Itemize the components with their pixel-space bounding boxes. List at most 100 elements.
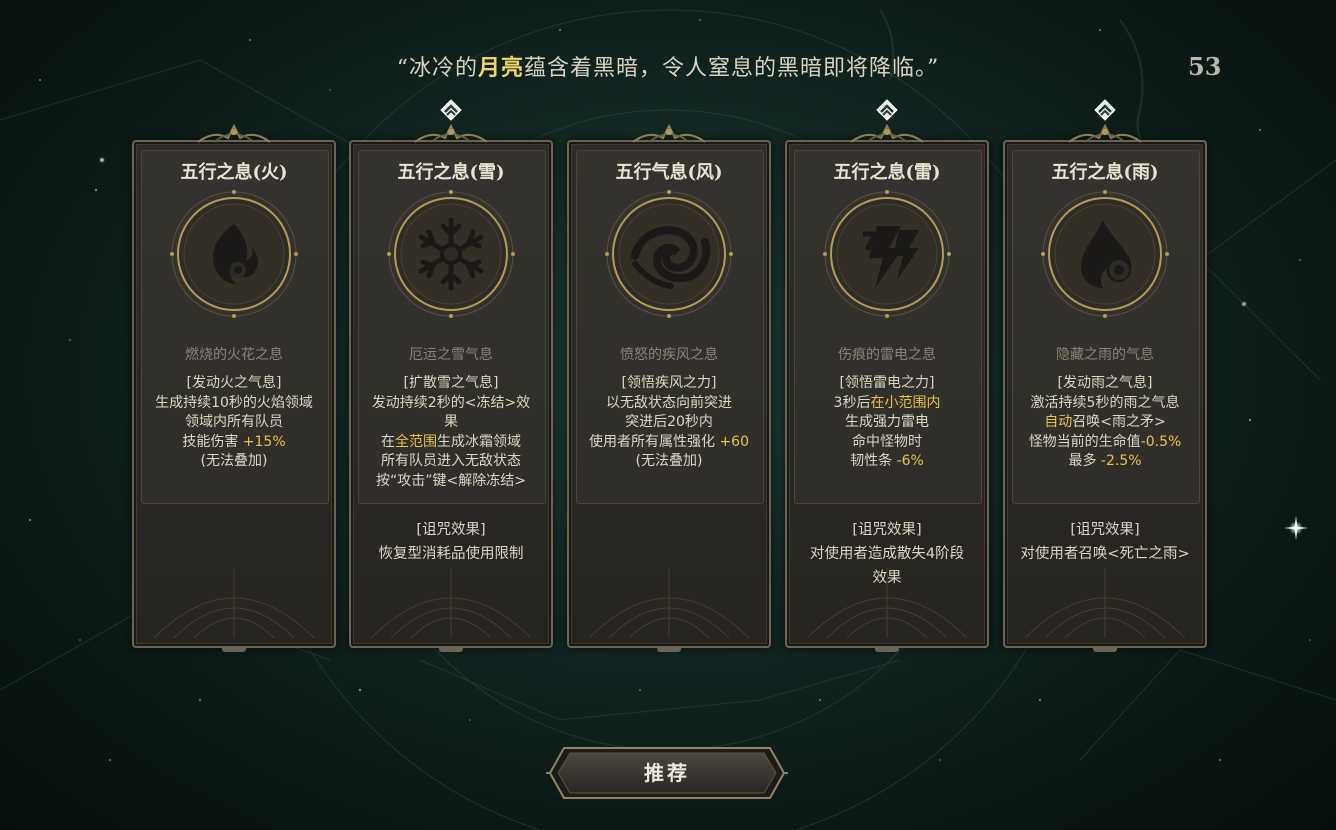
highlight-value: 在小范围内 <box>870 394 941 411</box>
description-text: 生成强力雷电 <box>845 414 929 430</box>
card-crown-ornament <box>411 120 491 148</box>
countdown-timer: 53 <box>1188 52 1222 81</box>
description-text: (无法叠加) <box>635 453 703 469</box>
card-crown-ornament <box>847 120 927 148</box>
description-text: 果 <box>444 414 458 430</box>
description-line: 按“攻击”键<解除冻结> <box>357 472 545 492</box>
curse-line: [诅咒效果] <box>416 522 486 538</box>
description-line: [发动火之气息] <box>140 374 328 394</box>
highlight-value: -2.5% <box>1100 453 1142 469</box>
card-2[interactable]: 五行之息(雪) 厄运之雪气息 [扩散雪之气息] 发动持续2秒的<冻结>效果在全范围生成… <box>349 99 553 652</box>
card-bottom-tab <box>657 646 681 652</box>
card-bottom-tab <box>439 646 463 652</box>
quote-highlight: 月亮 <box>477 55 524 81</box>
description-line: (无法叠加) <box>575 452 763 472</box>
description-text: 突进后20秒内 <box>625 414 713 430</box>
description-text: 怪物当前的生命值 <box>1028 433 1141 450</box>
description-line: 技能伤害 +15% <box>140 433 328 453</box>
card-3[interactable]: 五行气息(风) 愤怒的疾风之息 [领悟疾风之力] 以无敌状态向前突进 突进后20秒内 使用… <box>567 123 771 652</box>
card-footer-ornament <box>806 558 968 639</box>
lightning-emblem-icon <box>823 190 951 318</box>
card-crown-ornament <box>629 120 709 148</box>
description-line: 3秒后在小范围内 <box>793 394 981 414</box>
description-line: 生成强力雷电 <box>793 413 981 433</box>
description-line: 使用者所有属性强化 +60 <box>575 433 763 453</box>
card-subtitle: 厄运之雪气息 <box>409 347 493 363</box>
card-description: [领悟雷电之力] 3秒后在小范围内 生成强力雷电 命中怪物时 韧性条 -6% <box>793 374 981 472</box>
description-text: 召唤<雨之矛> <box>1072 414 1166 430</box>
highlight-value: +15% <box>242 433 286 450</box>
description-line: 领域内所有队员 <box>140 413 328 433</box>
description-text: 最多 <box>1068 453 1101 469</box>
description-text: 所有队员进入无敌状态 <box>381 453 521 469</box>
wind-emblem-icon <box>605 190 733 318</box>
card-1[interactable]: 五行之息(火) 燃烧的火花之息 [发动火之气息] 生成持续10秒的火焰领域 领域内所有队… <box>132 123 336 652</box>
card-title: 五行之息(雪) <box>397 162 505 183</box>
description-line: (无法叠加) <box>140 452 328 472</box>
card-title: 五行之息(雷) <box>833 162 941 183</box>
description-line: 最多 -2.5% <box>1011 452 1199 472</box>
recommend-button[interactable]: 推荐 <box>544 744 790 802</box>
description-text: 生成持续10秒的火焰领域 <box>155 394 313 411</box>
description-line: [扩散雪之气息] <box>357 374 545 394</box>
card-description: [发动火之气息] 生成持续10秒的火焰领域 领域内所有队员 技能伤害 +15% (无法叠… <box>140 374 328 472</box>
card-crown-ornament <box>194 120 274 148</box>
description-text: [发动雨之气息] <box>1057 375 1153 391</box>
description-text: [领悟雷电之力] <box>839 375 935 391</box>
description-line: 韧性条 -6% <box>793 452 981 472</box>
card-bottom-tab <box>1093 646 1117 652</box>
card-subtitle: 愤怒的疾风之息 <box>620 347 718 363</box>
description-line: [发动雨之气息] <box>1011 374 1199 394</box>
description-text: [扩散雪之气息] <box>403 375 499 391</box>
description-line: [领悟雷电之力] <box>793 374 981 394</box>
card-5[interactable]: 五行之息(雨) 隐藏之雨的气息 [发动雨之气息] 激活持续5秒的雨之气息 自动召唤<雨之… <box>1003 99 1207 652</box>
fire-emblem-icon <box>170 190 298 318</box>
description-line: 所有队员进入无敌状态 <box>357 452 545 472</box>
highlight-value: -6% <box>896 453 924 469</box>
description-text: (无法叠加) <box>200 453 268 469</box>
card-footer-ornament <box>588 558 750 639</box>
card-bottom-tab <box>222 646 246 652</box>
description-text: 以无敌状态向前突进 <box>606 394 732 411</box>
description-text: 领域内所有队员 <box>185 414 283 430</box>
description-line: 果 <box>357 413 545 433</box>
card-footer-ornament <box>370 558 532 639</box>
description-text: [领悟疾风之力] <box>621 375 717 391</box>
description-text: 在 <box>381 433 395 450</box>
description-line: 激活持续5秒的雨之气息 <box>1011 394 1199 414</box>
card-subtitle: 燃烧的火花之息 <box>185 347 283 363</box>
curse-line: [诅咒效果] <box>1070 522 1140 538</box>
card-subtitle: 伤痕的雷电之息 <box>838 347 936 363</box>
card-footer-ornament <box>153 558 315 639</box>
card-title: 五行之息(火) <box>180 162 288 183</box>
card-description: [扩散雪之气息] 发动持续2秒的<冻结>效果在全范围生成冰霜领域 所有队员进入无敌状… <box>357 374 545 491</box>
card-title: 五行之息(雨) <box>1051 162 1159 183</box>
description-text: 按“攻击”键<解除冻结> <box>376 472 526 489</box>
card-subtitle: 隐藏之雨的气息 <box>1056 347 1154 363</box>
recommend-button-label: 推荐 <box>644 761 690 785</box>
description-line: [领悟疾风之力] <box>575 374 763 394</box>
snowflake-emblem-icon <box>387 190 515 318</box>
quote-text-end: 蕴含着黑暗，令人窒息的黑暗即将降临。” <box>524 56 940 81</box>
highlight-value: +60 <box>719 433 749 450</box>
description-text: 激活持续5秒的雨之气息 <box>1030 394 1180 411</box>
quote-text-start: “冰冷的 <box>396 56 478 81</box>
card-description: [领悟疾风之力] 以无敌状态向前突进 突进后20秒内 使用者所有属性强化 +60 (无法… <box>575 374 763 472</box>
description-line: 发动持续2秒的<冻结>效 <box>357 394 545 414</box>
description-text: 韧性条 <box>850 453 897 469</box>
rain-emblem-icon <box>1041 190 1169 318</box>
highlight-value: -0.5% <box>1140 433 1182 450</box>
description-line: 命中怪物时 <box>793 433 981 453</box>
description-text: 技能伤害 <box>182 433 243 450</box>
description-line: 生成持续10秒的火焰领域 <box>140 394 328 414</box>
card-4[interactable]: 五行之息(雷) 伤痕的雷电之息 [领悟雷电之力] 3秒后在小范围内 生成强力雷电 命中怪物… <box>785 99 989 652</box>
description-text: 命中怪物时 <box>852 433 922 450</box>
card-footer-ornament <box>1024 558 1186 639</box>
description-text: 3秒后 <box>833 394 871 411</box>
highlight-value: 全范围 <box>395 433 437 450</box>
description-line: 在全范围生成冰霜领域 <box>357 433 545 453</box>
description-line: 以无敌状态向前突进 <box>575 394 763 414</box>
description-text: 使用者所有属性强化 <box>589 433 720 450</box>
flavor-quote: “冰冷的月亮蕴含着黑暗，令人窒息的黑暗即将降临。” <box>0 50 1336 82</box>
card-crown-ornament <box>1065 120 1145 148</box>
